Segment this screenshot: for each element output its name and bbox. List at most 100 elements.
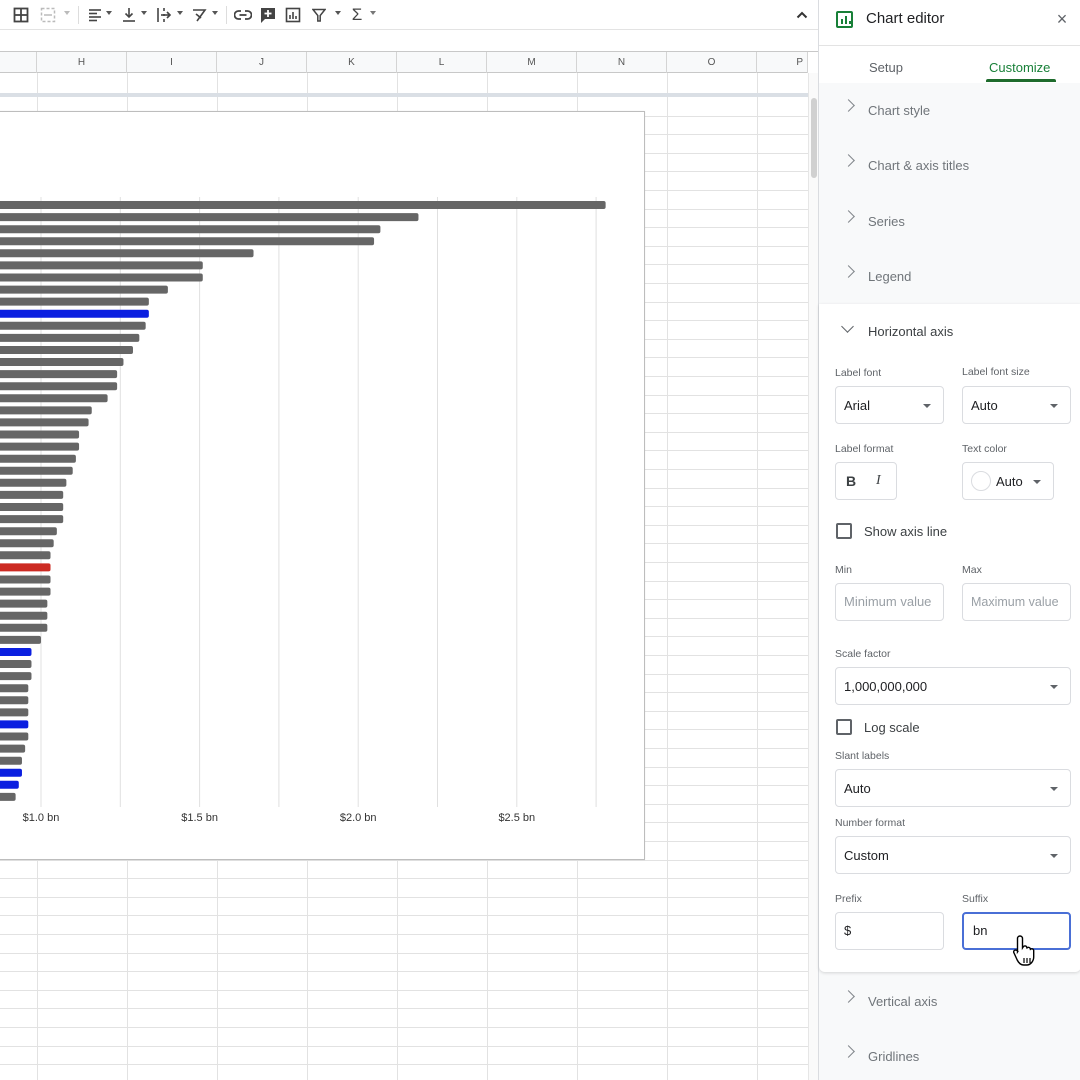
prefix-input[interactable]: $	[835, 912, 944, 950]
bar	[0, 273, 203, 282]
dropdown-caret-icon	[1050, 685, 1058, 689]
filter-icon[interactable]	[311, 4, 327, 26]
bar	[0, 672, 32, 681]
label-font-select[interactable]: Arial	[835, 386, 944, 424]
grid-row-line	[0, 1008, 808, 1009]
dropdown-caret-icon	[1050, 854, 1058, 858]
bar	[0, 285, 168, 294]
section-chart-style[interactable]: Chart style	[819, 83, 1080, 138]
select-value: 1,000,000,000	[844, 679, 928, 694]
italic-button[interactable]: I	[876, 473, 881, 489]
column-header-L[interactable]: L	[397, 52, 487, 73]
section-gridlines[interactable]: Gridlines	[819, 1029, 1080, 1080]
vertical-scrollbar[interactable]	[808, 73, 818, 1080]
text-wrapping-icon[interactable]	[156, 4, 172, 26]
bar	[0, 756, 22, 765]
section-label: Gridlines	[868, 1049, 920, 1064]
bar	[0, 720, 29, 729]
text-color-select[interactable]: Auto	[962, 462, 1054, 500]
suffix-label: Suffix	[962, 893, 989, 905]
chart-editor-panel: Chart editor × Setup Customize Chart sty…	[818, 0, 1080, 1080]
formula-bar[interactable]	[0, 30, 818, 52]
column-header-H[interactable]: H	[37, 52, 127, 73]
chart-canvas: $1.0 bn $1.5 bn $2.0 bn $2.5 bn	[0, 197, 606, 824]
x-tick-label: $1.0 bn	[23, 812, 60, 824]
frozen-rows-divider[interactable]	[0, 93, 808, 97]
grid-row-line	[0, 1046, 808, 1047]
close-icon[interactable]: ×	[1055, 10, 1069, 28]
bar	[0, 503, 64, 511]
vertical-align-icon[interactable]	[121, 4, 137, 26]
rotation-dropdown-caret[interactable]	[212, 11, 218, 15]
column-header-O[interactable]: O	[667, 52, 757, 73]
column-header-M[interactable]: M	[487, 52, 577, 73]
valign-dropdown-caret[interactable]	[141, 11, 147, 15]
suffix-input[interactable]: bn	[962, 912, 1071, 950]
section-legend[interactable]: Legend	[819, 249, 1080, 304]
column-header-I[interactable]: I	[127, 52, 217, 73]
grid-column-line	[667, 73, 668, 1080]
slant-labels-select[interactable]: Auto	[835, 769, 1071, 807]
bar	[0, 454, 76, 463]
number-format-select[interactable]: Custom	[835, 836, 1071, 874]
x-tick-label: $2.0 bn	[340, 812, 377, 824]
section-series[interactable]: Series	[819, 194, 1080, 249]
horizontal-align-icon[interactable]	[87, 4, 103, 26]
bar	[0, 213, 419, 222]
bar	[0, 575, 51, 584]
section-label: Vertical axis	[868, 994, 938, 1009]
grid-row-line	[0, 934, 808, 935]
functions-dropdown-caret[interactable]	[370, 11, 376, 15]
scale-factor-label: Scale factor	[835, 648, 891, 660]
borders-icon[interactable]	[12, 4, 30, 26]
grid-row-line	[0, 990, 808, 991]
bar	[0, 527, 57, 536]
spreadsheet-app: Σ H I J K L M N O P $1.0 bn $1.5 bn $2.0 b…	[0, 0, 1080, 1080]
section-label: Legend	[868, 269, 912, 284]
column-header-J[interactable]: J	[217, 52, 307, 73]
functions-icon[interactable]: Σ	[350, 4, 364, 26]
horizontal-axis-header[interactable]: Horizontal axis	[819, 304, 1080, 359]
insert-link-icon[interactable]	[233, 4, 253, 26]
collapse-toolbar-icon[interactable]	[793, 4, 811, 26]
tab-customize[interactable]: Customize	[989, 60, 1050, 75]
x-tick-label: $1.5 bn	[181, 812, 218, 824]
dropdown-caret-icon	[1050, 404, 1058, 408]
log-scale-checkbox[interactable]	[836, 719, 852, 735]
label-font-size-select[interactable]: Auto	[962, 386, 1071, 424]
column-header-P[interactable]: P	[757, 52, 808, 73]
section-vertical-axis[interactable]: Vertical axis	[819, 974, 1080, 1029]
insert-comment-icon[interactable]	[259, 4, 277, 26]
min-value-input[interactable]: Minimum value	[835, 583, 944, 621]
insert-chart-icon[interactable]	[284, 4, 302, 26]
bar	[0, 394, 108, 403]
show-axis-line-checkbox[interactable]	[836, 523, 852, 539]
tab-setup[interactable]: Setup	[869, 60, 903, 75]
merge-dropdown-caret[interactable]	[64, 11, 70, 15]
bold-button[interactable]: B	[846, 473, 856, 489]
max-value-input[interactable]: Maximum value	[962, 583, 1071, 621]
filter-dropdown-caret[interactable]	[335, 11, 341, 15]
bar-chart[interactable]: $1.0 bn $1.5 bn $2.0 bn $2.5 bn	[0, 111, 645, 860]
bar	[0, 792, 16, 801]
bar	[0, 551, 51, 560]
chevron-right-icon	[842, 1045, 855, 1058]
merge-cells-icon[interactable]	[39, 4, 57, 26]
section-label: Series	[868, 214, 905, 229]
scrollbar-thumb[interactable]	[811, 98, 817, 178]
bar	[0, 684, 29, 693]
section-label: Chart style	[868, 103, 931, 118]
scale-factor-select[interactable]: 1,000,000,000	[835, 667, 1071, 705]
column-header-partial[interactable]	[0, 52, 37, 73]
grid-row-line	[0, 1027, 808, 1028]
wrap-dropdown-caret[interactable]	[177, 11, 183, 15]
max-label: Max	[962, 564, 982, 576]
text-rotation-icon[interactable]	[191, 4, 209, 26]
toolbar-separator	[78, 6, 79, 24]
column-header-N[interactable]: N	[577, 52, 667, 73]
x-tick-label: $2.5 bn	[498, 812, 535, 824]
column-header-K[interactable]: K	[307, 52, 397, 73]
align-dropdown-caret[interactable]	[106, 11, 112, 15]
section-chart-axis-titles[interactable]: Chart & axis titles	[819, 138, 1080, 193]
label-format-group: B I	[835, 462, 897, 500]
